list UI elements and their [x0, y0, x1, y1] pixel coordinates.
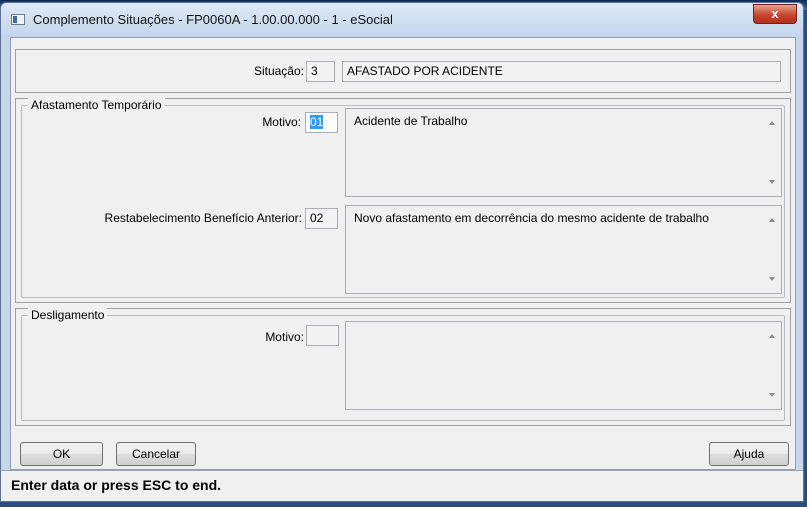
- ok-button[interactable]: OK: [20, 442, 103, 466]
- situacao-description-field: AFASTADO POR ACIDENTE: [342, 61, 781, 82]
- dialog-window: Complemento Situações - FP0060A - 1.00.0…: [0, 2, 804, 502]
- afastamento-motivo-description-memo[interactable]: Acidente de Trabalho: [345, 108, 782, 197]
- scroll-down-icon[interactable]: [769, 393, 775, 397]
- afastamento-group-title: Afastamento Temporário: [28, 98, 165, 112]
- afastamento-motivo-label: Motivo:: [262, 115, 301, 129]
- desligamento-motivo-code-field[interactable]: [306, 325, 339, 346]
- desligamento-motivo-label: Motivo:: [265, 330, 304, 344]
- scroll-up-icon[interactable]: [769, 121, 775, 125]
- situacao-label: Situação:: [253, 64, 304, 78]
- scroll-down-icon[interactable]: [769, 277, 775, 281]
- restabelecimento-label: Restabelecimento Benefício Anterior:: [104, 211, 302, 225]
- restabelecimento-description-memo[interactable]: Novo afastamento em decorrência do mesmo…: [345, 205, 782, 294]
- close-button[interactable]: x: [753, 4, 797, 24]
- afastamento-panel: Afastamento Temporário Motivo: 01 Aciden…: [15, 98, 791, 303]
- title-bar[interactable]: Complemento Situações - FP0060A - 1.00.0…: [1, 3, 803, 37]
- scroll-up-icon[interactable]: [769, 334, 775, 338]
- afastamento-motivo-code-field[interactable]: 01: [305, 112, 338, 133]
- situacao-panel: Situação: 3 AFASTADO POR ACIDENTE: [15, 49, 791, 93]
- desligamento-group-title: Desligamento: [28, 308, 108, 322]
- restabelecimento-description: Novo afastamento em decorrência do mesmo…: [354, 211, 709, 225]
- scroll-up-icon[interactable]: [769, 218, 775, 222]
- dialog-body: Situação: 3 AFASTADO POR ACIDENTE Afasta…: [10, 37, 796, 470]
- help-button[interactable]: Ajuda: [709, 442, 789, 466]
- status-bar: Enter data or press ESC to end.: [1, 470, 803, 501]
- situacao-code-field[interactable]: 3: [306, 61, 335, 82]
- afastamento-motivo-description: Acidente de Trabalho: [354, 114, 468, 128]
- desligamento-description-memo[interactable]: [345, 321, 782, 410]
- afastamento-motivo-code-value: 01: [310, 115, 324, 129]
- window-title: Complemento Situações - FP0060A - 1.00.0…: [33, 12, 393, 27]
- desligamento-panel: Desligamento Motivo:: [15, 308, 791, 426]
- scroll-down-icon[interactable]: [769, 180, 775, 184]
- window-icon: [11, 14, 25, 25]
- cancel-button[interactable]: Cancelar: [116, 442, 196, 466]
- restabelecimento-code-field[interactable]: 02: [305, 208, 338, 229]
